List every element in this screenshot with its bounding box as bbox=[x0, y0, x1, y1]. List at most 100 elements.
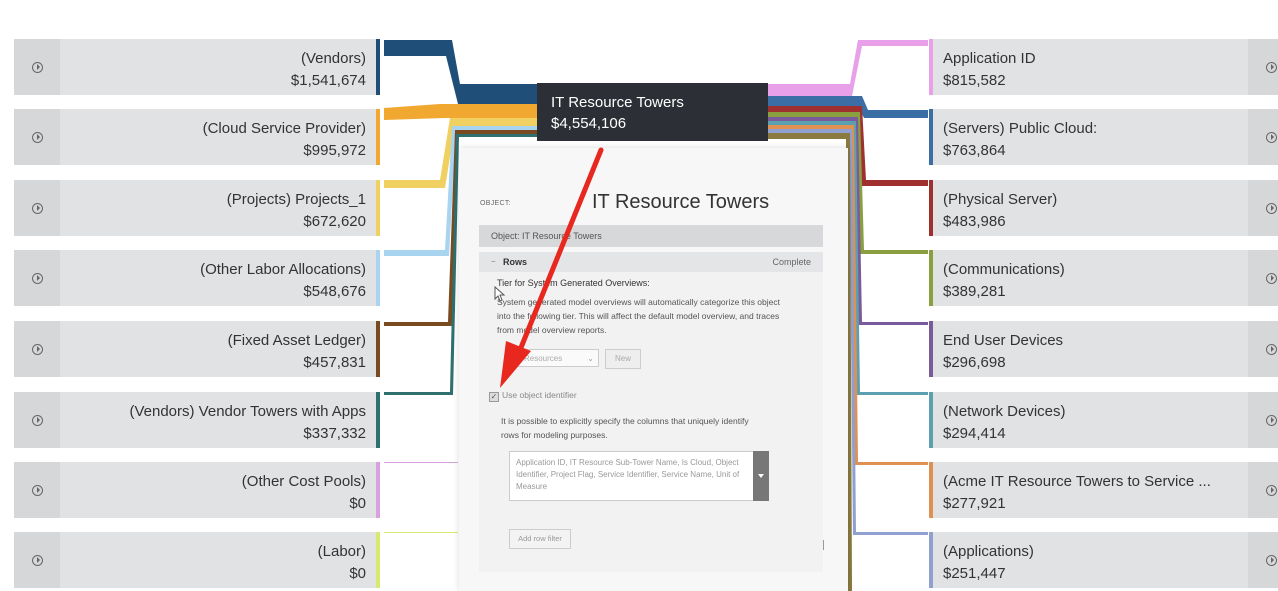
expand-icon bbox=[31, 484, 43, 496]
flow-vendors bbox=[384, 40, 540, 104]
expand-handle[interactable] bbox=[1248, 392, 1278, 448]
color-strip bbox=[376, 462, 380, 518]
node-value: $337,332 bbox=[303, 425, 366, 442]
color-strip bbox=[929, 250, 933, 306]
expand-icon bbox=[31, 272, 43, 284]
right-node-communications[interactable]: (Communications) $389,281 bbox=[929, 250, 1278, 306]
node-value: $672,620 bbox=[303, 213, 366, 230]
node-value: $389,281 bbox=[943, 283, 1006, 300]
color-strip bbox=[376, 532, 380, 588]
node-value: $0 bbox=[349, 495, 366, 512]
expand-handle[interactable] bbox=[1248, 462, 1278, 518]
node-label: (Projects) Projects_1 $672,620 bbox=[227, 189, 366, 233]
tier-select[interactable]: Resources ⌄ bbox=[509, 349, 599, 367]
expand-icon bbox=[31, 343, 43, 355]
flow-application-id bbox=[768, 40, 928, 96]
color-strip bbox=[376, 109, 380, 165]
right-node-applications[interactable]: (Applications) $251,447 bbox=[929, 532, 1278, 588]
rows-status: Complete bbox=[772, 257, 811, 267]
right-node-public-cloud[interactable]: (Servers) Public Cloud: $763,864 bbox=[929, 109, 1278, 165]
expand-handle[interactable] bbox=[14, 250, 60, 306]
expand-handle[interactable] bbox=[14, 392, 60, 448]
left-node-cloud-service-provider[interactable]: (Cloud Service Provider) $995,972 bbox=[14, 109, 380, 165]
color-strip bbox=[376, 321, 380, 377]
node-label: (Vendors) Vendor Towers with Apps $337,33… bbox=[129, 401, 366, 445]
node-value: $815,582 bbox=[943, 72, 1006, 89]
color-strip bbox=[929, 109, 933, 165]
identifier-columns-field[interactable]: Application ID, IT Resource Sub-Tower Na… bbox=[509, 451, 755, 501]
rows-label: Rows bbox=[503, 257, 528, 267]
tier-select-value: Resources bbox=[524, 354, 563, 363]
node-value: $1,541,674 bbox=[290, 72, 366, 89]
expand-icon bbox=[1265, 272, 1277, 284]
left-node-other-labor-allocations[interactable]: (Other Labor Allocations) $548,676 bbox=[14, 250, 380, 306]
collapse-caret-icon[interactable]: − bbox=[491, 252, 496, 272]
flow-other-cost-pools bbox=[384, 462, 458, 463]
node-name: (Cloud Service Provider) bbox=[202, 120, 366, 137]
node-value: $296,698 bbox=[943, 354, 1006, 371]
expand-handle[interactable] bbox=[14, 462, 60, 518]
rows-section-header[interactable]: − Rows Complete bbox=[479, 252, 823, 272]
node-name: (Applications) bbox=[943, 543, 1034, 560]
left-node-vendor-towers-with-apps[interactable]: (Vendors) Vendor Towers with Apps $337,33… bbox=[14, 392, 380, 448]
expand-icon bbox=[31, 414, 43, 426]
center-node-value: $4,554,106 bbox=[551, 115, 627, 132]
left-node-fixed-asset-ledger[interactable]: (Fixed Asset Ledger) $457,831 bbox=[14, 321, 380, 377]
node-value: $995,972 bbox=[303, 142, 366, 159]
expand-handle[interactable] bbox=[1248, 180, 1278, 236]
color-strip bbox=[929, 532, 933, 588]
expand-handle[interactable] bbox=[14, 109, 60, 165]
node-value: $277,921 bbox=[943, 495, 1006, 512]
node-name: (Vendors) bbox=[300, 50, 366, 67]
right-node-application-id[interactable]: Application ID $815,582 bbox=[929, 39, 1278, 95]
node-label: (Applications) $251,447 bbox=[943, 541, 1034, 585]
expand-icon bbox=[1265, 131, 1277, 143]
color-strip bbox=[929, 321, 933, 377]
node-label: (Other Labor Allocations) $548,676 bbox=[200, 259, 366, 303]
node-name: (Projects) Projects_1 bbox=[226, 191, 366, 208]
expand-icon bbox=[1265, 343, 1277, 355]
columns-dropdown-button[interactable] bbox=[753, 451, 769, 501]
center-node[interactable]: IT Resource Towers $4,554,106 bbox=[537, 83, 768, 141]
color-strip bbox=[929, 180, 933, 236]
center-node-name: IT Resource Towers bbox=[551, 94, 684, 111]
left-node-other-cost-pools[interactable]: (Other Cost Pools) $0 bbox=[14, 462, 380, 518]
right-node-end-user-devices[interactable]: End User Devices $296,698 bbox=[929, 321, 1278, 377]
node-value: $294,414 bbox=[943, 425, 1006, 442]
node-label: (Network Devices) $294,414 bbox=[943, 401, 1066, 445]
node-value: $457,831 bbox=[303, 354, 366, 371]
node-label: (Vendors) $1,541,674 bbox=[291, 48, 366, 92]
color-strip bbox=[376, 392, 380, 448]
right-node-acme-service[interactable]: (Acme IT Resource Towers to Service ... $… bbox=[929, 462, 1278, 518]
expand-handle[interactable] bbox=[14, 180, 60, 236]
scrollbar[interactable] bbox=[823, 540, 824, 550]
right-node-network-devices[interactable]: (Network Devices) $294,414 bbox=[929, 392, 1278, 448]
expand-handle[interactable] bbox=[1248, 109, 1278, 165]
sankey-canvas: (Vendors) $1,541,674 (Cloud Service Provi… bbox=[0, 0, 1278, 591]
node-name: (Physical Server) bbox=[943, 191, 1058, 208]
node-value: $251,447 bbox=[943, 565, 1006, 582]
add-row-filter-button[interactable]: Add row filter bbox=[509, 529, 571, 549]
left-node-vendors[interactable]: (Vendors) $1,541,674 bbox=[14, 39, 380, 95]
expand-handle[interactable] bbox=[1248, 532, 1278, 588]
object-header-bar[interactable]: Object: IT Resource Towers bbox=[479, 225, 823, 247]
object-details-panel: OBJECT: IT Resource Towers Object: IT Re… bbox=[459, 148, 848, 591]
expand-handle[interactable] bbox=[1248, 321, 1278, 377]
expand-handle[interactable] bbox=[14, 39, 60, 95]
left-node-projects[interactable]: (Projects) Projects_1 $672,620 bbox=[14, 180, 380, 236]
flow-cloud-service-provider bbox=[384, 104, 540, 120]
color-strip bbox=[929, 462, 933, 518]
use-identifier-description: It is possible to explicitly specify the… bbox=[501, 416, 749, 440]
expand-handle[interactable] bbox=[1248, 39, 1278, 95]
expand-handle[interactable] bbox=[1248, 250, 1278, 306]
use-identifier-checkbox[interactable]: ✓ bbox=[489, 392, 499, 402]
panel-title: IT Resource Towers bbox=[592, 191, 770, 213]
new-tier-button[interactable]: New bbox=[605, 349, 641, 369]
node-name: (Acme IT Resource Towers to Service ... bbox=[943, 473, 1211, 490]
expand-handle[interactable] bbox=[14, 532, 60, 588]
right-node-physical-server[interactable]: (Physical Server) $483,986 bbox=[929, 180, 1278, 236]
left-node-labor[interactable]: (Labor) $0 bbox=[14, 532, 380, 588]
node-value: $0 bbox=[349, 565, 366, 582]
node-label: End User Devices $296,698 bbox=[943, 330, 1063, 374]
expand-handle[interactable] bbox=[14, 321, 60, 377]
